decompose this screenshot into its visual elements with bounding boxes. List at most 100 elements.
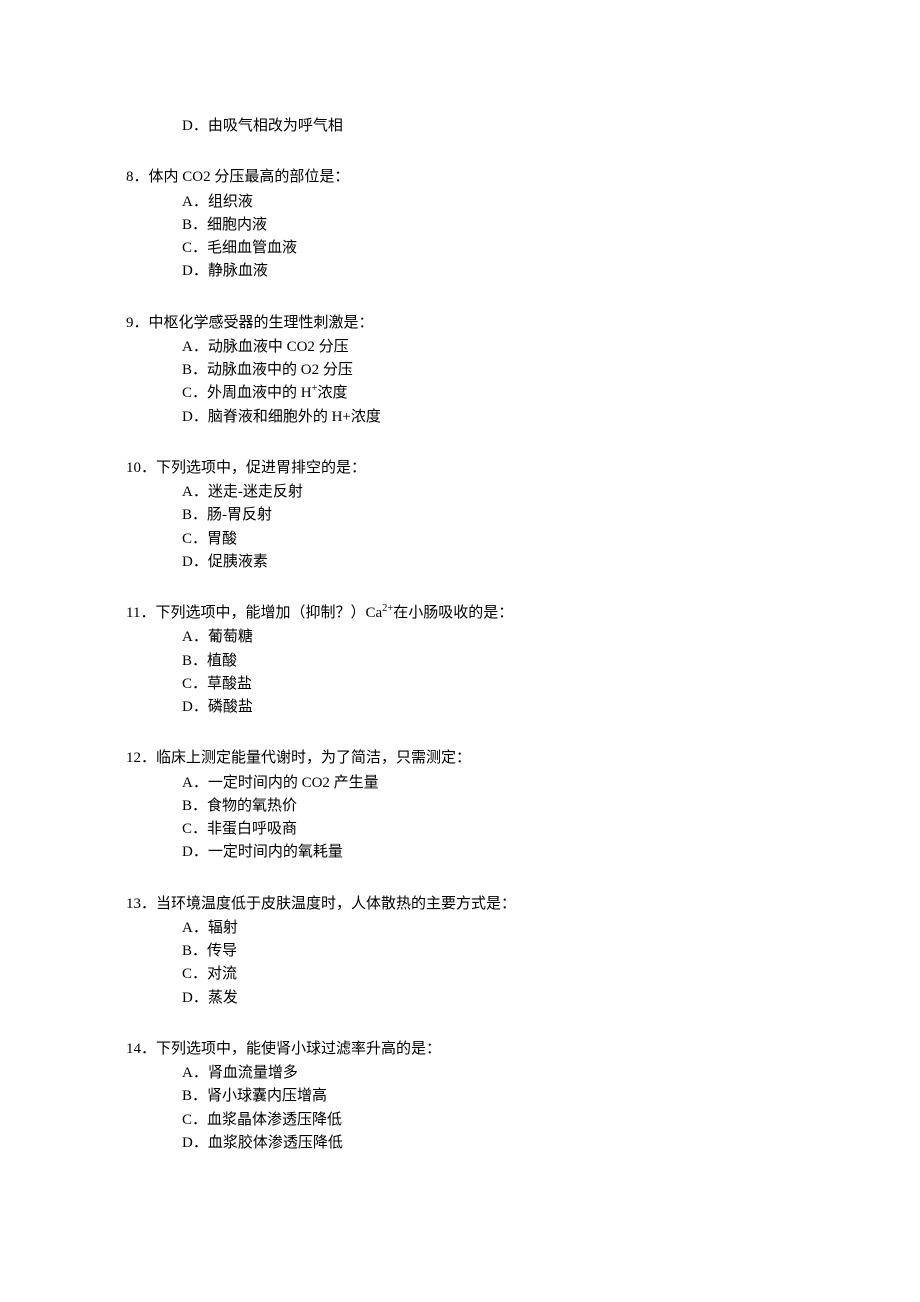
option-b: B．植酸 — [182, 650, 794, 673]
option-text: 组织液 — [208, 194, 253, 210]
question-number: 11． — [126, 605, 155, 621]
question-text: 临床上测定能量代谢时，为了简洁，只需测定： — [156, 750, 471, 766]
option-c: C．草酸盐 — [182, 673, 794, 696]
option-c: C．胃酸 — [182, 528, 794, 551]
option-label: C． — [182, 821, 207, 837]
question-text: 当环境温度低于皮肤温度时，人体散热的主要方式是： — [156, 896, 516, 912]
option-text: 胃酸 — [207, 531, 237, 547]
option-c: C．对流 — [182, 963, 794, 986]
option-b: B．传导 — [182, 940, 794, 963]
option-text: 辐射 — [208, 920, 238, 936]
option-text: 对流 — [207, 966, 237, 982]
question-text: 中枢化学感受器的生理性刺激是： — [149, 315, 374, 331]
options-list: A．葡萄糖 B．植酸 C．草酸盐 D．磷酸盐 — [182, 626, 794, 719]
option-text: 外周血液中的 H+浓度 — [207, 385, 348, 401]
option-label: A． — [182, 339, 208, 355]
option-label: A． — [182, 484, 208, 500]
option-text: 血浆胶体渗透压降低 — [208, 1135, 343, 1151]
option-text: 细胞内液 — [207, 217, 267, 233]
option-label: D． — [182, 263, 208, 279]
option-label: D． — [182, 844, 208, 860]
option-text: 葡萄糖 — [208, 629, 253, 645]
option-label: D． — [182, 1135, 208, 1151]
option-label: B． — [182, 798, 207, 814]
option-text: 血浆晶体渗透压降低 — [207, 1112, 342, 1128]
option-text: 食物的氧热价 — [207, 798, 297, 814]
option-text: 迷走-迷走反射 — [208, 484, 303, 500]
question-10: 10．下列选项中，促进胃排空的是： A．迷走-迷走反射 B．肠-胃反射 C．胃酸… — [126, 457, 794, 574]
question-stem: 14．下列选项中，能使肾小球过滤率升高的是： — [126, 1038, 794, 1061]
options-list: A．一定时间内的 CO2 产生量 B．食物的氧热价 C．非蛋白呼吸商 D．一定时… — [182, 772, 794, 865]
option-c: C．血浆晶体渗透压降低 — [182, 1109, 794, 1132]
option-text: 草酸盐 — [207, 676, 252, 692]
option-label: D． — [182, 990, 208, 1006]
option-text: 动脉血液中 CO2 分压 — [208, 339, 349, 355]
option-text: 静脉血液 — [208, 263, 268, 279]
option-text: 由吸气相改为呼气相 — [208, 118, 343, 134]
option-b: B．肠-胃反射 — [182, 504, 794, 527]
option-a: A．肾血流量增多 — [182, 1062, 794, 1085]
option-text: 脑脊液和细胞外的 H+浓度 — [208, 409, 381, 425]
question-text: 体内 CO2 分压最高的部位是： — [149, 169, 350, 185]
option-d: D．一定时间内的氧耗量 — [182, 841, 794, 864]
option-a: A．动脉血液中 CO2 分压 — [182, 336, 794, 359]
option-label: B． — [182, 943, 207, 959]
question-stem: 10．下列选项中，促进胃排空的是： — [126, 457, 794, 480]
question-number: 10． — [126, 460, 156, 476]
options-list: A．辐射 B．传导 C．对流 D．蒸发 — [182, 917, 794, 1010]
question-stem: 12．临床上测定能量代谢时，为了简洁，只需测定： — [126, 747, 794, 770]
options-list: A．肾血流量增多 B．肾小球囊内压增高 C．血浆晶体渗透压降低 D．血浆胶体渗透… — [182, 1062, 794, 1155]
option-text: 肾小球囊内压增高 — [207, 1088, 327, 1104]
question-number: 13． — [126, 896, 156, 912]
option-a: A．一定时间内的 CO2 产生量 — [182, 772, 794, 795]
option-label: C． — [182, 1112, 207, 1128]
option-label: D． — [182, 699, 208, 715]
option-b: B．食物的氧热价 — [182, 795, 794, 818]
option-d: D．促胰液素 — [182, 551, 794, 574]
question-stem: 11．下列选项中，能增加（抑制？）Ca2+在小肠吸收的是： — [126, 602, 794, 625]
option-text: 植酸 — [207, 653, 237, 669]
options-list: A．动脉血液中 CO2 分压 B．动脉血液中的 O2 分压 C．外周血液中的 H… — [182, 336, 794, 429]
option-label: D． — [182, 554, 208, 570]
option-d: D．蒸发 — [182, 987, 794, 1010]
option-text: 一定时间内的 CO2 产生量 — [208, 775, 379, 791]
document-page: D．由吸气相改为呼气相 8．体内 CO2 分压最高的部位是： A．组织液 B．细… — [0, 0, 920, 1302]
option-text: 肠-胃反射 — [207, 507, 272, 523]
question-number: 8． — [126, 169, 149, 185]
option-label: A． — [182, 194, 208, 210]
question-text: 下列选项中，能增加（抑制？）Ca2+在小肠吸收的是： — [155, 605, 513, 621]
option-a: A．葡萄糖 — [182, 626, 794, 649]
option-label: A． — [182, 920, 208, 936]
question-11: 11．下列选项中，能增加（抑制？）Ca2+在小肠吸收的是： A．葡萄糖 B．植酸… — [126, 602, 794, 719]
question-text: 下列选项中，促进胃排空的是： — [156, 460, 366, 476]
option-a: A．组织液 — [182, 191, 794, 214]
question-13: 13．当环境温度低于皮肤温度时，人体散热的主要方式是： A．辐射 B．传导 C．… — [126, 893, 794, 1010]
option-label: A． — [182, 1065, 208, 1081]
question-stem: 8．体内 CO2 分压最高的部位是： — [126, 166, 794, 189]
option-text: 传导 — [207, 943, 237, 959]
option-label: C． — [182, 966, 207, 982]
option-d: D．血浆胶体渗透压降低 — [182, 1132, 794, 1155]
question-stem: 13．当环境温度低于皮肤温度时，人体散热的主要方式是： — [126, 893, 794, 916]
option-label: D． — [182, 118, 208, 134]
question-number: 9． — [126, 315, 149, 331]
options-list: A．组织液 B．细胞内液 C．毛细血管血液 D．静脉血液 — [182, 191, 794, 284]
option-b: B．动脉血液中的 O2 分压 — [182, 359, 794, 382]
option-text: 非蛋白呼吸商 — [207, 821, 297, 837]
option-label: C． — [182, 676, 207, 692]
option-text: 肾血流量增多 — [208, 1065, 298, 1081]
question-number: 12． — [126, 750, 156, 766]
option-c: C．非蛋白呼吸商 — [182, 818, 794, 841]
options-list: A．迷走-迷走反射 B．肠-胃反射 C．胃酸 D．促胰液素 — [182, 481, 794, 574]
option-d: D．脑脊液和细胞外的 H+浓度 — [182, 406, 794, 429]
option-d: D．磷酸盐 — [182, 696, 794, 719]
option-label: A． — [182, 775, 208, 791]
option-b: B．肾小球囊内压增高 — [182, 1085, 794, 1108]
question-8: 8．体内 CO2 分压最高的部位是： A．组织液 B．细胞内液 C．毛细血管血液… — [126, 166, 794, 283]
question-9: 9．中枢化学感受器的生理性刺激是： A．动脉血液中 CO2 分压 B．动脉血液中… — [126, 312, 794, 429]
option-text: 促胰液素 — [208, 554, 268, 570]
option-label: A． — [182, 629, 208, 645]
question-14: 14．下列选项中，能使肾小球过滤率升高的是： A．肾血流量增多 B．肾小球囊内压… — [126, 1038, 794, 1155]
option-text: 动脉血液中的 O2 分压 — [207, 362, 353, 378]
option-label: B． — [182, 217, 207, 233]
